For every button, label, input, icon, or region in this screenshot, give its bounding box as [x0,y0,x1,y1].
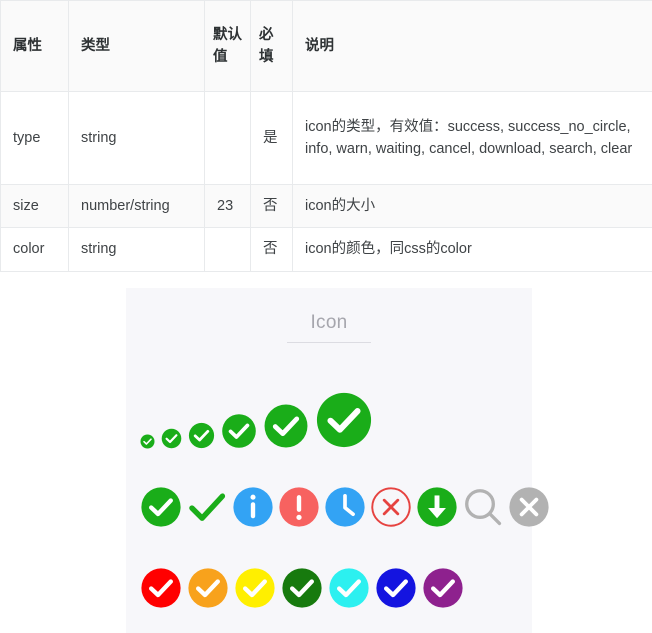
title-underline [287,342,371,343]
table-row: type string 是 icon的类型，有效值：success, succe… [1,92,652,185]
success-circle-check-icon [221,413,257,449]
cell-default [205,228,251,271]
table-row: size number/string 23 否 icon的大小 [1,185,652,228]
icon-api-table: 属性 类型 默认值 必填 说明 type string 是 icon的类型，有效… [0,0,652,272]
clear-icon [508,486,550,528]
download-icon [416,486,458,528]
cell-default: 23 [205,185,251,228]
table-header-row: 属性 类型 默认值 必填 说明 [1,1,652,92]
success-circle-check-icon [140,434,155,449]
cell-required: 否 [251,228,293,271]
icon-size-demo-row [126,365,532,449]
cell-attribute: type [1,92,69,185]
cell-description: icon的类型，有效值：success, success_no_circle, … [293,92,652,185]
success-circle-check-icon [161,428,182,449]
success-circle-check-icon [315,391,373,449]
cell-required: 否 [251,185,293,228]
icon-demo-panel: Icon [126,288,532,633]
search-icon [462,486,504,528]
icon-type-demo-row [126,479,532,535]
cell-attribute: size [1,185,69,228]
info-icon [232,486,274,528]
table-body: type string 是 icon的类型，有效值：success, succe… [1,92,652,272]
success-circle-check-icon [188,422,215,449]
success-no-circle-icon [186,486,228,528]
column-header-description: 说明 [293,1,652,92]
success-circle-check-icon [263,403,309,449]
cell-default [205,92,251,185]
cell-type: number/string [69,185,205,228]
demo-panel-title: Icon [126,288,532,334]
table-row: color string 否 icon的颜色，同css的color [1,228,652,271]
column-header-required: 必填 [251,1,293,92]
cell-attribute: color [1,228,69,271]
cell-type: string [69,228,205,271]
cancel-icon [370,486,412,528]
success-icon [140,486,182,528]
waiting-icon [324,486,366,528]
demo-preview-area: Icon [0,272,652,633]
warn-icon [278,486,320,528]
table-header: 属性 类型 默认值 必填 说明 [1,1,652,92]
column-header-default: 默认值 [205,1,251,92]
cell-required: 是 [251,92,293,185]
cell-description: icon的大小 [293,185,652,228]
column-header-type: 类型 [69,1,205,92]
column-header-attribute: 属性 [1,1,69,92]
cell-type: string [69,92,205,185]
cell-description: icon的颜色，同css的color [293,228,652,271]
